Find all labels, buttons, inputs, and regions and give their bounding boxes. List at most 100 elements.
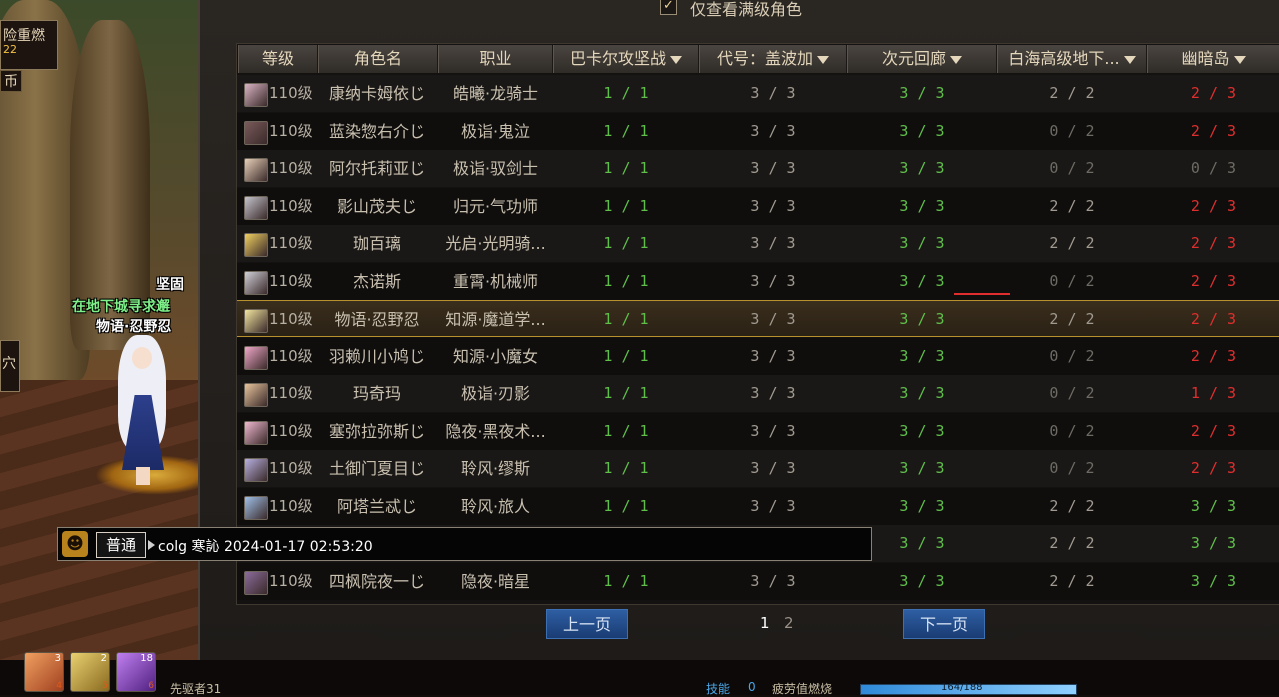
- column-header-dark-island[interactable]: 幽暗岛: [1147, 45, 1279, 73]
- dungeon-progress-cell: 1 / 1: [603, 84, 649, 102]
- quickslot-3[interactable]: 18 6: [116, 652, 156, 692]
- dungeon-progress-cell: 2 / 3: [1190, 234, 1237, 252]
- character-name-cell: 羽赖川小鸠じ: [328, 347, 425, 366]
- dungeon-progress-cell: 3 / 3: [899, 347, 945, 365]
- dungeon-progress-cell: 1 / 1: [603, 497, 649, 515]
- dungeon-progress-cell: 1 / 3: [1190, 384, 1237, 402]
- column-header-dimension[interactable]: 次元回廊: [847, 45, 997, 73]
- event-banner[interactable]: 险重燃 22: [0, 20, 58, 70]
- dungeon-progress-cell: 2 / 3: [1190, 197, 1237, 215]
- sort-dropdown-icon[interactable]: [1123, 55, 1136, 64]
- skill-label[interactable]: 技能: [706, 680, 730, 697]
- table-row[interactable]: 110级 土御门夏目じ 聆风·缪斯 1 / 1 3 / 3 3 / 3 0 / 2 2 / 3: [237, 450, 1279, 487]
- dungeon-progress-cell: 1 / 1: [603, 310, 649, 328]
- quickslot-key: 4: [56, 681, 62, 691]
- table-row[interactable]: 110级 塞弥拉弥斯じ 隐夜·黑夜术... 1 / 1 3 / 3 3 / 3 0 / 2 2…: [237, 413, 1279, 450]
- column-header-label: 代号：盖波加: [716, 49, 813, 68]
- sort-dropdown-icon[interactable]: [817, 55, 829, 64]
- page-number-2[interactable]: 2: [784, 614, 794, 632]
- column-header-label: 次元回廊: [881, 49, 946, 68]
- page-number-1[interactable]: 1: [760, 614, 770, 632]
- character-avatar: [244, 421, 268, 445]
- level-cell: 110级: [269, 234, 313, 252]
- prev-page-button[interactable]: 上一页: [546, 609, 628, 639]
- dungeon-progress-cell: 3 / 3: [1190, 497, 1237, 515]
- column-header-whitesea[interactable]: 白海高级地下...: [997, 45, 1147, 73]
- dungeon-progress-cell: 1 / 1: [603, 272, 649, 290]
- table-row[interactable]: 110级 杰诺斯 重霄·机械师 1 / 13 / 33 / 30 / 22 / 3: [237, 263, 1279, 300]
- quickslot-2[interactable]: 2 5: [70, 652, 110, 692]
- table-row[interactable]: 110级 物语·忍野忍 知源·魔道学... 1 / 1 3 / 3 3 / 3 2 / 2 2…: [237, 300, 1279, 337]
- dungeon-progress-cell: 0 / 2: [1049, 459, 1095, 477]
- column-header-name[interactable]: 角色名: [318, 45, 438, 73]
- character-title-tag: 坚固: [156, 277, 184, 293]
- emoji-icon[interactable]: ☻: [62, 531, 88, 557]
- level-cell: 110级: [269, 572, 313, 590]
- player-label: 先驱者31: [170, 682, 222, 696]
- dungeon-progress-cell: 3 / 3: [899, 234, 945, 252]
- table-row[interactable]: 110级 珈百璃 光启·光明骑... 1 / 1 3 / 3 3 / 3 2 / 2 2 / …: [237, 225, 1279, 262]
- dungeon-progress-cell: 3 / 3: [750, 459, 796, 477]
- character-name-cell: 土御门夏目じ: [328, 459, 425, 478]
- currency-label: 币: [0, 70, 22, 92]
- table-row[interactable]: 110级 阿塔兰忒じ 聆风·旅人 1 / 1 3 / 3 3 / 3 2 / 2 3 / 3: [237, 488, 1279, 525]
- level-cell: 110级: [269, 84, 313, 102]
- side-tab[interactable]: 穴: [0, 340, 20, 392]
- column-header-job[interactable]: 职业: [438, 45, 553, 73]
- level-cell: 110级: [269, 272, 313, 290]
- level-cell: 110级: [269, 422, 313, 440]
- quickslot-count: 3: [54, 653, 61, 664]
- dungeon-progress-cell: 2 / 2: [1049, 497, 1095, 515]
- chat-bar[interactable]: ☻ 普通 colg 寒訫 2024-01-17 02:53:20: [57, 527, 872, 561]
- character-name-cell: 玛奇玛: [352, 384, 401, 403]
- dungeon-progress-cell: 0 / 2: [1049, 159, 1095, 177]
- level-cell: 110级: [269, 310, 313, 328]
- dungeon-progress-cell: 3 / 3: [750, 234, 796, 252]
- column-header-gabriel[interactable]: 代号：盖波加: [699, 45, 847, 73]
- table-row[interactable]: 110级 康纳卡姆依じ 皓曦·龙骑士 1 / 1 3 / 3 3 / 3 2 / 2 2 / …: [237, 75, 1279, 112]
- dungeon-progress-cell: 2 / 3: [1190, 310, 1237, 328]
- table-row[interactable]: 110级 蓝染惣右介じ 极诣·鬼泣 1 / 1 3 / 3 3 / 3 0 / 2 2 / 3: [237, 113, 1279, 150]
- sort-dropdown-icon[interactable]: [670, 55, 682, 64]
- dungeon-progress-cell: 0 / 3: [1190, 159, 1237, 177]
- table-row[interactable]: 110级 影山茂夫じ 归元·气功师 1 / 1 3 / 3 3 / 3 2 / 2 2 / 3: [237, 188, 1279, 225]
- job-cell: 聆风·旅人: [460, 497, 531, 516]
- table-row[interactable]: 110级 四枫院夜一じ 隐夜·暗星 1 / 1 3 / 3 3 / 3 2 / 2 3 / 3: [237, 563, 1279, 600]
- dungeon-progress-cell: 1 / 1: [603, 459, 649, 477]
- table-row[interactable]: 110级 玛奇玛 极诣·刃影 1 / 1 3 / 3 3 / 3 0 / 2 1 / 3: [237, 375, 1279, 412]
- quickslot-count: 2: [100, 653, 107, 664]
- character-avatar: [244, 309, 268, 333]
- job-cell: 极诣·鬼泣: [460, 122, 531, 141]
- dungeon-progress-cell: 3 / 3: [899, 84, 945, 102]
- dungeon-progress-cell: 2 / 2: [1049, 572, 1095, 590]
- sort-dropdown-icon[interactable]: [950, 55, 962, 64]
- sort-dropdown-icon[interactable]: [1233, 55, 1246, 64]
- quickslot-1[interactable]: 3 4: [24, 652, 64, 692]
- table-row[interactable]: 110级 阿尔托莉亚じ 极诣·驭剑士 1 / 1 3 / 3 3 / 3 0 / 2 0 / …: [237, 150, 1279, 187]
- dungeon-progress-cell: 3 / 3: [750, 572, 796, 590]
- dungeon-progress-cell: 3 / 3: [899, 310, 945, 328]
- character-name-cell: 珈百璃: [352, 234, 401, 253]
- dungeon-progress-cell: 3 / 3: [1190, 572, 1237, 590]
- job-cell: 聆风·缪斯: [460, 459, 531, 478]
- max-level-filter-label[interactable]: 仅查看满级角色: [690, 0, 802, 20]
- dungeon-progress-cell: 2 / 2: [1049, 310, 1095, 328]
- column-header-level[interactable]: 等级: [238, 45, 318, 73]
- level-cell: 110级: [269, 159, 313, 177]
- chat-channel-button[interactable]: 普通: [96, 532, 146, 558]
- dungeon-progress-cell: 3 / 3: [750, 384, 796, 402]
- table-row[interactable]: 110级 羽赖川小鸠じ 知源·小魔女 1 / 1 3 / 3 3 / 3 0 / 2 2 / …: [237, 338, 1279, 375]
- dungeon-progress-cell: 3 / 3: [899, 459, 945, 477]
- character-avatar: [244, 383, 268, 407]
- column-header-bakal[interactable]: 巴卡尔攻坚战: [553, 45, 699, 73]
- dungeon-progress-cell: 2 / 3: [1190, 122, 1237, 140]
- max-level-filter-checkbox[interactable]: ✓: [660, 0, 677, 15]
- table-header: 等级 角色名 职业 巴卡尔攻坚战 代号：盖波加 次元回廊 白海高级地下... 幽…: [237, 44, 1279, 74]
- job-cell: 知源·小魔女: [452, 347, 539, 366]
- dungeon-progress-cell: 3 / 3: [899, 497, 945, 515]
- dungeon-progress-cell: 3 / 3: [899, 572, 945, 590]
- next-page-button[interactable]: 下一页: [903, 609, 985, 639]
- player-character[interactable]: [112, 335, 172, 485]
- dungeon-progress-cell: 2 / 2: [1049, 197, 1095, 215]
- dungeon-progress-cell: 1 / 1: [603, 197, 649, 215]
